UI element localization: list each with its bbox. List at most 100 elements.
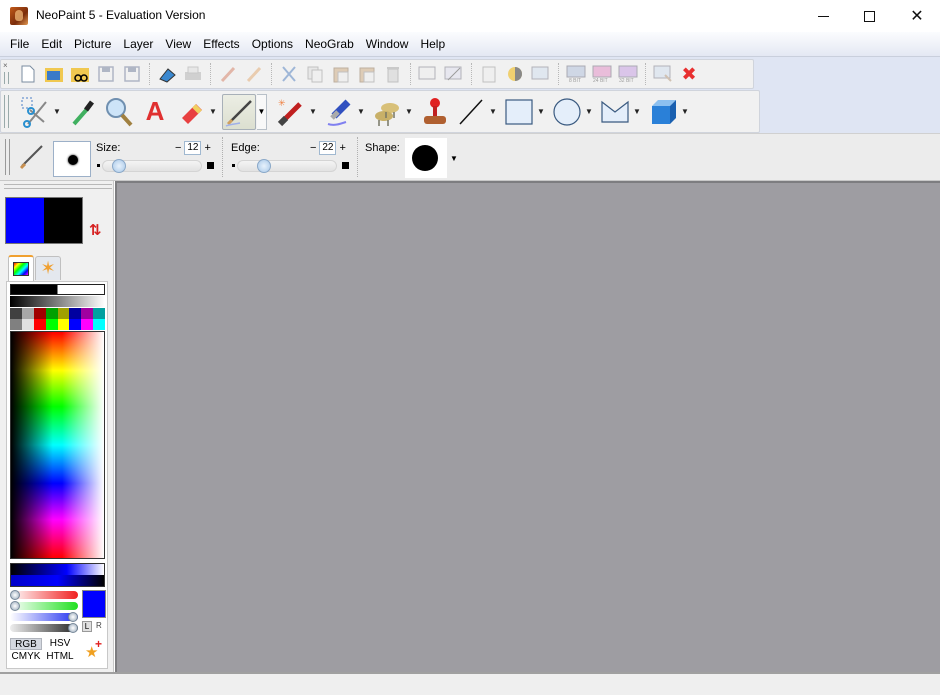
- open-icon[interactable]: [43, 63, 65, 85]
- 3d-shape-tool[interactable]: [646, 94, 680, 130]
- chevron-down-icon[interactable]: ▼: [405, 107, 413, 116]
- edge-slider-knob[interactable]: [256, 159, 271, 173]
- cut-icon[interactable]: [278, 63, 300, 85]
- clipboard-icon[interactable]: [478, 63, 500, 85]
- print-icon[interactable]: [182, 63, 204, 85]
- canvas-workspace[interactable]: [115, 181, 940, 672]
- green-slider-knob[interactable]: [10, 601, 20, 611]
- menu-options[interactable]: Options: [246, 32, 299, 57]
- foreground-color[interactable]: [5, 197, 44, 244]
- panel-grip[interactable]: [4, 184, 112, 189]
- save-as-icon[interactable]: [121, 63, 143, 85]
- chevron-down-icon[interactable]: ▼: [489, 107, 497, 116]
- toolbar-grip[interactable]: [5, 139, 10, 175]
- paste-icon[interactable]: [330, 63, 352, 85]
- contrast-icon[interactable]: [504, 63, 526, 85]
- edge-value-input[interactable]: 22: [319, 141, 337, 155]
- green-slider[interactable]: [10, 601, 78, 611]
- edge-increment-button[interactable]: +: [339, 142, 345, 154]
- magnifier-tool[interactable]: [102, 94, 136, 130]
- mode-rgb-button[interactable]: RGB: [10, 638, 42, 650]
- menu-neograb[interactable]: NeoGrab: [299, 32, 360, 57]
- toolbar-grip[interactable]: [4, 95, 9, 128]
- resize-icon[interactable]: [530, 63, 552, 85]
- color-swatch[interactable]: [10, 308, 22, 319]
- capture-icon[interactable]: [443, 63, 465, 85]
- chevron-down-icon[interactable]: ▼: [585, 107, 593, 116]
- brush-preview[interactable]: [53, 141, 91, 177]
- color-swatch[interactable]: [45, 319, 58, 330]
- mode-html-button[interactable]: HTML: [44, 651, 76, 663]
- eraser-tool[interactable]: [174, 94, 208, 130]
- size-slider[interactable]: [102, 159, 202, 173]
- 32bit-icon[interactable]: 32 BIT: [617, 63, 639, 85]
- brush-tool[interactable]: [222, 93, 256, 130]
- scan-icon[interactable]: [156, 63, 178, 85]
- minimize-button[interactable]: [800, 0, 846, 32]
- menu-picture[interactable]: Picture: [68, 32, 117, 57]
- chevron-down-icon[interactable]: ▼: [633, 107, 641, 116]
- grayscale-bar[interactable]: [10, 296, 105, 307]
- color-swatch[interactable]: [93, 319, 105, 330]
- color-spectrum[interactable]: [10, 331, 105, 559]
- chevron-down-icon[interactable]: ▼: [537, 107, 545, 116]
- chevron-down-icon[interactable]: ▼: [53, 107, 61, 116]
- save-icon[interactable]: [95, 63, 117, 85]
- delete-icon[interactable]: [382, 63, 404, 85]
- chevron-down-icon[interactable]: ▼: [209, 107, 217, 116]
- color-swatch[interactable]: [45, 308, 58, 319]
- menu-view[interactable]: View: [159, 32, 197, 57]
- text-tool[interactable]: A: [138, 94, 172, 130]
- color-swatch[interactable]: [69, 319, 82, 330]
- tab-color-picker[interactable]: [8, 255, 34, 281]
- alpha-slider-knob[interactable]: [68, 623, 78, 633]
- color-swatch[interactable]: [81, 308, 94, 319]
- color-swatch[interactable]: [81, 319, 94, 330]
- background-color[interactable]: [44, 197, 83, 244]
- chevron-down-icon[interactable]: ▼: [681, 107, 689, 116]
- black-white-bar[interactable]: [10, 284, 105, 295]
- menu-layer[interactable]: Layer: [117, 32, 159, 57]
- shape-selector[interactable]: [405, 138, 447, 178]
- size-stepper[interactable]: − 12 +: [175, 141, 211, 155]
- size-decrement-button[interactable]: −: [175, 142, 181, 154]
- brush-dropdown[interactable]: ▼: [257, 93, 267, 130]
- close-button[interactable]: ✕: [894, 0, 940, 32]
- polygon-tool[interactable]: [598, 94, 632, 130]
- color-swatch[interactable]: [21, 308, 34, 319]
- color-swatch[interactable]: [57, 308, 70, 319]
- size-value-input[interactable]: 12: [184, 141, 202, 155]
- blue-slider[interactable]: [10, 612, 78, 622]
- add-color-star-icon[interactable]: ★: [85, 637, 103, 661]
- tab-effects[interactable]: ✶: [35, 256, 61, 280]
- 8bit-icon[interactable]: 8 BIT: [565, 63, 587, 85]
- edge-stepper[interactable]: − 22 +: [310, 141, 346, 155]
- zoom-window-icon[interactable]: [652, 63, 674, 85]
- select-screen-icon[interactable]: [417, 63, 439, 85]
- paste-special-icon[interactable]: [356, 63, 378, 85]
- red-slider[interactable]: [10, 590, 78, 600]
- menu-file[interactable]: File: [4, 32, 35, 57]
- color-swatch[interactable]: [33, 308, 46, 319]
- menu-effects[interactable]: Effects: [197, 32, 245, 57]
- red-slider-knob[interactable]: [10, 590, 20, 600]
- mode-cmyk-button[interactable]: CMYK: [10, 651, 42, 663]
- menu-window[interactable]: Window: [360, 32, 415, 57]
- eyedropper-tool[interactable]: [66, 94, 100, 130]
- browse-icon[interactable]: [69, 63, 91, 85]
- toolbar-close-icon[interactable]: ×: [3, 61, 8, 70]
- toolbar-grip[interactable]: [4, 72, 9, 84]
- color-swatch[interactable]: [10, 319, 22, 330]
- new-icon[interactable]: [17, 63, 39, 85]
- menu-help[interactable]: Help: [414, 32, 451, 57]
- copy-icon[interactable]: [304, 63, 326, 85]
- mode-hsv-button[interactable]: HSV: [44, 638, 76, 650]
- blue-slider-knob[interactable]: [68, 612, 78, 622]
- edge-decrement-button[interactable]: −: [310, 142, 316, 154]
- selection-scissors-tool[interactable]: [18, 94, 52, 130]
- chevron-down-icon[interactable]: ▼: [450, 154, 458, 163]
- paint-brush-tool[interactable]: ✳: [274, 94, 308, 130]
- stamp-tool[interactable]: [418, 94, 452, 130]
- line-tool[interactable]: [454, 94, 488, 130]
- size-increment-button[interactable]: +: [204, 142, 210, 154]
